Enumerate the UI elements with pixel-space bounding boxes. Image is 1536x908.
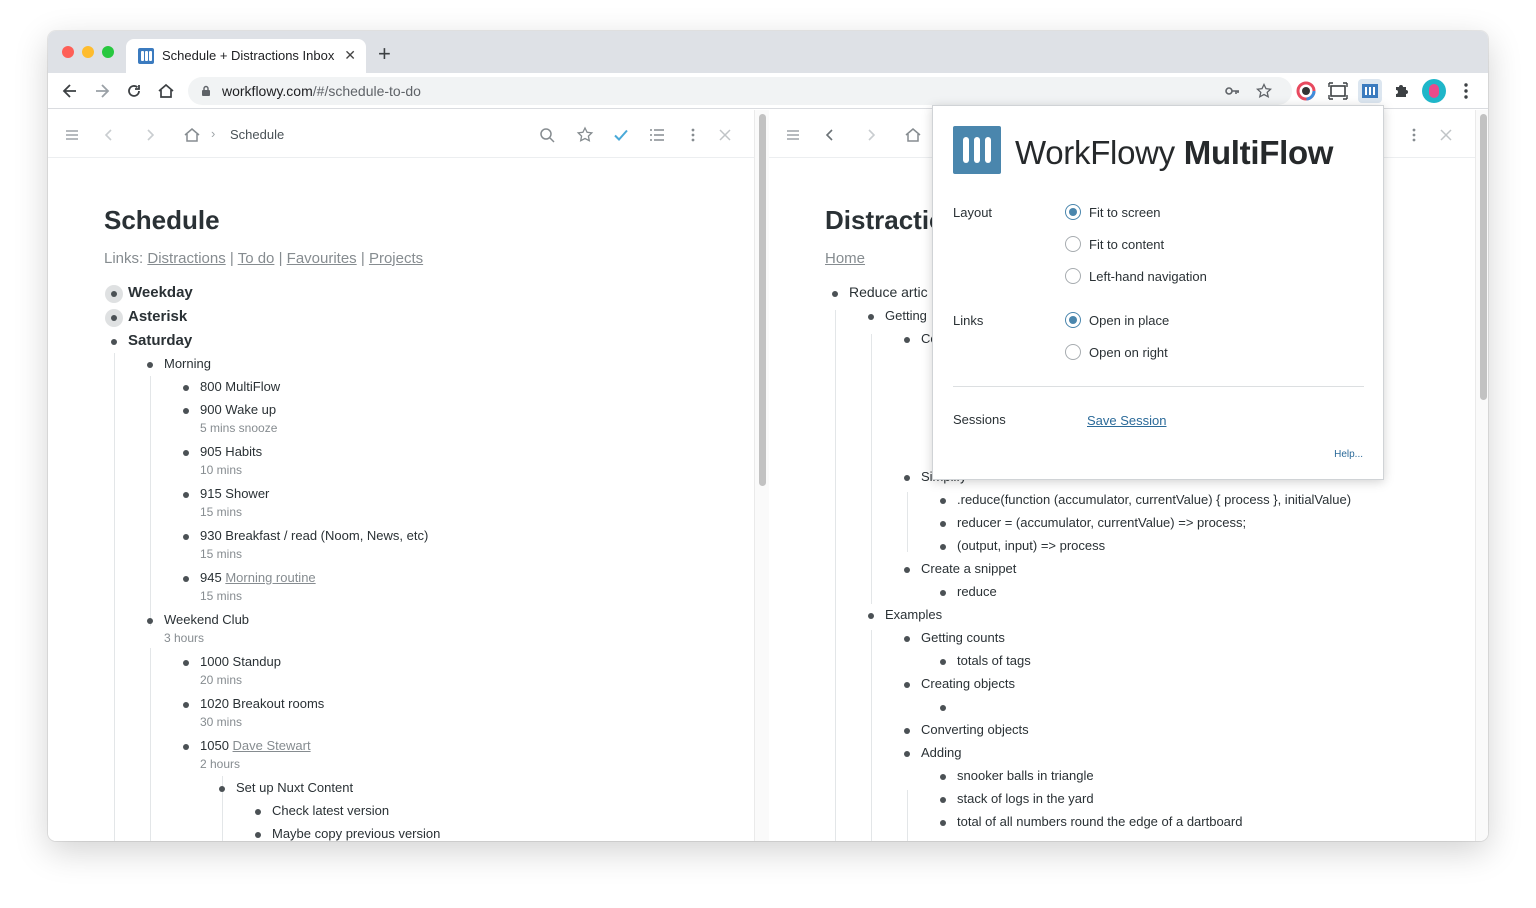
link-dave-stewart[interactable]: Dave Stewart	[233, 738, 311, 753]
indent-guide	[150, 376, 151, 626]
link-todo[interactable]: To do	[238, 250, 275, 267]
more-vertical-icon[interactable]	[1405, 126, 1423, 144]
layout-label: Layout	[953, 205, 993, 220]
checkmark-icon[interactable]	[612, 126, 630, 144]
radio-label[interactable]: Fit to content	[1089, 237, 1164, 252]
radio-label[interactable]: Open on right	[1089, 345, 1168, 360]
left-pane: › Schedule Schedule Links: Distractions …	[48, 110, 754, 841]
item-note: 3 hours	[164, 631, 205, 645]
item-note: 15 mins	[200, 589, 243, 603]
radio-open-on-right[interactable]	[1065, 344, 1081, 360]
radio-open-in-place[interactable]	[1065, 312, 1081, 328]
links-row: Home	[825, 250, 865, 267]
back-icon[interactable]	[100, 126, 118, 144]
link-distractions[interactable]: Distractions	[147, 250, 225, 267]
menu-icon[interactable]	[63, 126, 81, 144]
profile-avatar[interactable]	[1422, 79, 1446, 103]
forward-icon[interactable]	[141, 126, 159, 144]
indent-guide	[907, 492, 908, 552]
indent-guide	[871, 334, 872, 604]
reload-icon[interactable]	[124, 81, 144, 101]
save-session-link[interactable]: Save Session	[1087, 413, 1167, 428]
breadcrumb-separator: ›	[211, 126, 216, 141]
item-note: 10 mins	[200, 463, 243, 477]
more-menu-icon[interactable]	[1454, 79, 1478, 103]
page-title: Schedule	[104, 205, 220, 235]
item-note: 2 hours	[200, 757, 241, 771]
key-icon[interactable]	[1224, 84, 1240, 98]
tab-title: Schedule + Distractions Inbox	[162, 48, 335, 63]
link-projects[interactable]: Projects	[369, 250, 423, 267]
back-icon[interactable]	[821, 126, 839, 144]
menu-icon[interactable]	[784, 126, 802, 144]
links-label: Links	[953, 313, 984, 328]
link-favourites[interactable]: Favourites	[287, 250, 357, 267]
radio-label[interactable]: Open in place	[1089, 313, 1169, 328]
indent-guide	[907, 790, 908, 841]
new-tab-button[interactable]: +	[378, 43, 391, 65]
close-pane-icon[interactable]	[716, 126, 734, 144]
address-bar[interactable]: workflowy.com/#/schedule-to-do	[188, 77, 1292, 105]
multiflow-extension-icon[interactable]	[1358, 79, 1382, 103]
link-morning-routine[interactable]: Morning routine	[225, 570, 315, 585]
divider	[953, 386, 1364, 387]
browser-tab[interactable]: Schedule + Distractions Inbox ✕	[126, 39, 366, 73]
tab-strip: Schedule + Distractions Inbox ✕ +	[48, 31, 1488, 73]
breadcrumb[interactable]: Schedule	[230, 127, 284, 142]
item-note: 15 mins	[200, 505, 243, 519]
tab-close-icon[interactable]: ✕	[344, 47, 356, 64]
item-note: 15 mins	[200, 547, 243, 561]
bookmark-star-icon[interactable]	[1256, 83, 1272, 99]
forward-icon[interactable]	[862, 126, 880, 144]
multiflow-popup: WorkFlowy MultiFlow Layout Fit to screen…	[932, 105, 1384, 480]
item-note: 5 mins snooze	[200, 421, 278, 435]
home-icon[interactable]	[904, 126, 922, 144]
search-icon[interactable]	[538, 126, 556, 144]
right-scrollbar[interactable]	[1475, 110, 1488, 841]
home-icon[interactable]	[156, 81, 176, 101]
page-title: Distractio	[825, 205, 945, 235]
links-row: Links: Distractions | To do | Favourites…	[104, 250, 424, 267]
radio-fit-to-screen[interactable]	[1065, 204, 1081, 220]
browser-toolbar: workflowy.com/#/schedule-to-do	[48, 73, 1488, 109]
multiflow-logo-icon	[953, 126, 1001, 174]
indent-guide	[835, 310, 836, 841]
radio-left-hand-navigation[interactable]	[1065, 268, 1081, 284]
workflowy-favicon-icon	[138, 48, 154, 64]
close-window-button[interactable]	[62, 46, 74, 58]
radio-fit-to-content[interactable]	[1065, 236, 1081, 252]
scrollbar-thumb[interactable]	[1480, 114, 1487, 400]
indent-guide	[150, 648, 151, 841]
list-icon[interactable]	[648, 126, 666, 144]
left-scrollbar[interactable]	[754, 110, 769, 841]
more-vertical-icon[interactable]	[684, 126, 702, 144]
link-home[interactable]: Home	[825, 250, 865, 267]
minimize-window-button[interactable]	[82, 46, 94, 58]
indent-guide	[871, 630, 872, 841]
scrollbar-thumb[interactable]	[759, 114, 766, 486]
popup-title: WorkFlowy MultiFlow	[1015, 134, 1334, 171]
item-note: 20 mins	[200, 673, 243, 687]
maximize-window-button[interactable]	[102, 46, 114, 58]
sessions-label: Sessions	[953, 412, 1006, 427]
item-note: 30 mins	[200, 715, 243, 729]
home-icon[interactable]	[183, 126, 201, 144]
back-arrow-icon[interactable]	[60, 81, 80, 101]
radio-label[interactable]: Left-hand navigation	[1089, 269, 1207, 284]
url-text: workflowy.com/#/schedule-to-do	[222, 83, 421, 99]
left-pane-header: › Schedule	[48, 110, 754, 158]
puzzle-icon[interactable]	[1390, 79, 1414, 103]
color-picker-icon[interactable]	[1294, 79, 1318, 103]
close-pane-icon[interactable]	[1437, 126, 1455, 144]
radio-label[interactable]: Fit to screen	[1089, 205, 1161, 220]
star-icon[interactable]	[576, 126, 594, 144]
forward-arrow-icon[interactable]	[92, 81, 112, 101]
screenshot-icon[interactable]	[1326, 79, 1350, 103]
lock-icon	[202, 85, 210, 96]
help-link[interactable]: Help...	[1334, 449, 1363, 460]
indent-guide	[114, 353, 115, 841]
